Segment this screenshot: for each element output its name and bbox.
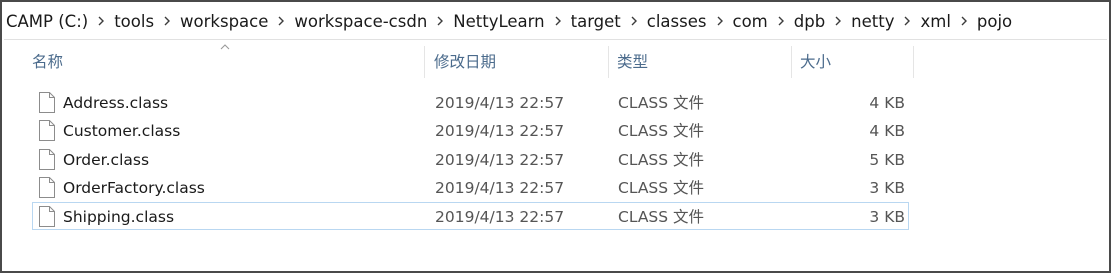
- chevron-right-icon[interactable]: [896, 4, 918, 39]
- breadcrumb-workspace[interactable]: workspace: [178, 4, 270, 39]
- breadcrumb-target[interactable]: target: [569, 4, 623, 39]
- breadcrumb-com[interactable]: com: [731, 4, 770, 39]
- chevron-right-icon[interactable]: [270, 4, 292, 39]
- file-name: Address.class: [63, 94, 169, 112]
- file-size: 4 KB: [869, 94, 905, 112]
- file-date: 2019/4/13 22:57: [435, 94, 565, 112]
- file-name: Order.class: [63, 151, 150, 169]
- chevron-right-icon[interactable]: [709, 4, 731, 39]
- breadcrumb-netty[interactable]: netty: [849, 4, 896, 39]
- chevron-right-icon[interactable]: [953, 4, 975, 39]
- column-divider[interactable]: [424, 46, 425, 78]
- file-icon: [39, 149, 55, 170]
- file-size: 5 KB: [869, 151, 905, 169]
- chevron-right-icon[interactable]: [429, 4, 451, 39]
- file-type: CLASS 文件: [618, 151, 705, 169]
- breadcrumb-nettylearn[interactable]: NettyLearn: [451, 4, 546, 39]
- column-header-size[interactable]: 大小: [792, 42, 913, 80]
- column-header-row: 名称 修改日期 类型 大小: [24, 42, 914, 80]
- file-icon: [39, 92, 55, 113]
- column-header-date[interactable]: 修改日期: [426, 42, 608, 80]
- breadcrumb-dpb[interactable]: dpb: [792, 4, 827, 39]
- file-row-focused[interactable]: Shipping.class 2019/4/13 22:57 CLASS 文件 …: [32, 202, 909, 230]
- file-size: 3 KB: [869, 179, 905, 197]
- column-header-name[interactable]: 名称: [24, 42, 424, 80]
- address-bar[interactable]: CAMP (C:) tools workspace workspace-csdn…: [4, 4, 1107, 40]
- column-divider[interactable]: [913, 46, 914, 78]
- file-type: CLASS 文件: [618, 179, 705, 197]
- file-date: 2019/4/13 22:57: [435, 151, 565, 169]
- chevron-right-icon[interactable]: [623, 4, 645, 39]
- breadcrumb-xml[interactable]: xml: [918, 4, 952, 39]
- breadcrumb-workspace-csdn[interactable]: workspace-csdn: [292, 4, 429, 39]
- file-date: 2019/4/13 22:57: [435, 208, 565, 226]
- breadcrumb-tools[interactable]: tools: [112, 4, 156, 39]
- file-size: 3 KB: [869, 208, 905, 226]
- file-row[interactable]: Customer.class 2019/4/13 22:57 CLASS 文件 …: [32, 116, 909, 144]
- file-type: CLASS 文件: [618, 94, 705, 112]
- file-icon: [39, 206, 55, 227]
- file-row[interactable]: Address.class 2019/4/13 22:57 CLASS 文件 4…: [32, 88, 909, 116]
- chevron-right-icon[interactable]: [547, 4, 569, 39]
- chevron-right-icon[interactable]: [770, 4, 792, 39]
- file-name: Customer.class: [63, 122, 181, 140]
- file-date: 2019/4/13 22:57: [435, 122, 565, 140]
- file-type: CLASS 文件: [618, 122, 705, 140]
- chevron-right-icon[interactable]: [90, 4, 112, 39]
- file-name: OrderFactory.class: [63, 179, 205, 197]
- file-icon: [39, 177, 55, 198]
- file-date: 2019/4/13 22:57: [435, 179, 565, 197]
- file-size: 4 KB: [869, 122, 905, 140]
- chevron-right-icon[interactable]: [827, 4, 849, 39]
- breadcrumb-pojo[interactable]: pojo: [975, 4, 1014, 39]
- breadcrumb-classes[interactable]: classes: [645, 4, 709, 39]
- column-header-type[interactable]: 类型: [609, 42, 791, 80]
- file-icon: [39, 120, 55, 141]
- file-row[interactable]: OrderFactory.class 2019/4/13 22:57 CLASS…: [32, 173, 909, 201]
- chevron-right-icon[interactable]: [156, 4, 178, 39]
- breadcrumb-drive[interactable]: CAMP (C:): [4, 4, 90, 39]
- explorer-window: CAMP (C:) tools workspace workspace-csdn…: [0, 0, 1111, 273]
- file-name: Shipping.class: [63, 208, 175, 226]
- file-row[interactable]: Order.class 2019/4/13 22:57 CLASS 文件 5 K…: [32, 145, 909, 173]
- file-type: CLASS 文件: [618, 208, 705, 226]
